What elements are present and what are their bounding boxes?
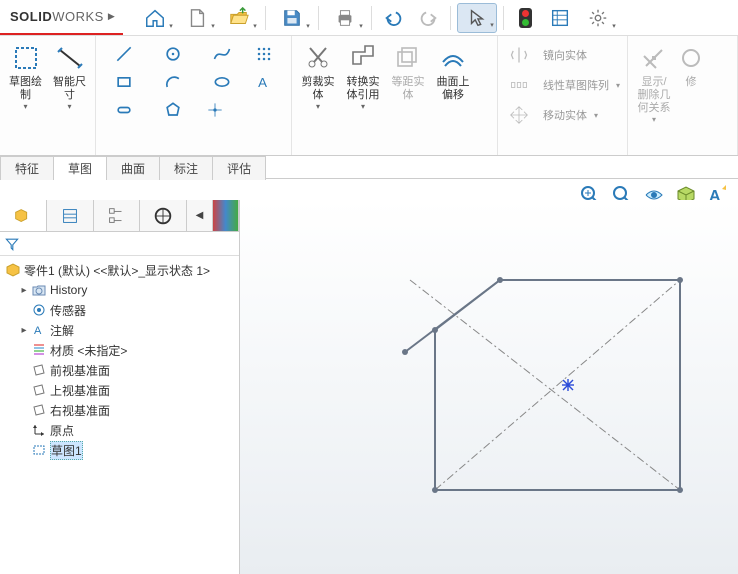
- traffic-light-icon: [519, 8, 532, 28]
- slot-tool-button[interactable]: [102, 96, 146, 124]
- tab-surface[interactable]: 曲面: [106, 156, 160, 180]
- print-button[interactable]: ▾: [325, 3, 365, 33]
- graphics-viewport[interactable]: [240, 200, 738, 574]
- tree-annotations[interactable]: ▸ A 注解: [2, 320, 237, 340]
- tab-evaluate[interactable]: 评估: [212, 156, 266, 180]
- chevron-down-icon: ▾: [359, 22, 363, 30]
- repair-sketch-label: 修: [686, 76, 697, 89]
- tree-sensors[interactable]: 传感器: [2, 300, 237, 320]
- smart-dimension-button[interactable]: 智能尺寸 ▾: [50, 40, 89, 113]
- sketch-exit-button[interactable]: 草图绘制 ▾: [6, 40, 45, 113]
- point-grid-button[interactable]: [249, 40, 279, 68]
- command-manager-tabs: 特征 草图 曲面 标注 评估: [0, 156, 738, 180]
- chevron-down-icon: ▾: [253, 22, 257, 30]
- sketch-exit-label: 草图绘制: [8, 76, 43, 102]
- text-tool-button[interactable]: A: [249, 68, 279, 96]
- svg-text:A: A: [34, 325, 42, 337]
- material-icon: [30, 342, 48, 358]
- repair-sketch-button[interactable]: 修: [679, 40, 703, 91]
- plane-icon: [30, 402, 48, 418]
- select-tool-button[interactable]: ▾: [457, 3, 497, 33]
- options-panel-button[interactable]: [544, 3, 576, 33]
- linear-pattern-label: 线性草图阵列: [543, 77, 609, 93]
- chevron-down-icon: ▾: [306, 22, 310, 30]
- panel-tab-scroll-right[interactable]: [213, 200, 239, 231]
- dimxpert-tab[interactable]: [140, 200, 187, 231]
- tree-front-plane[interactable]: 前视基准面: [2, 360, 237, 380]
- tree-right-plane[interactable]: 右视基准面: [2, 400, 237, 420]
- polygon-tool-button[interactable]: [151, 96, 195, 124]
- chevron-down-icon: ▾: [211, 22, 215, 30]
- move-entities-button[interactable]: [504, 101, 534, 129]
- circle-tool-button[interactable]: [151, 40, 195, 68]
- chevron-down-icon: ▾: [490, 21, 494, 29]
- tree-origin[interactable]: 原点: [2, 420, 237, 440]
- rectangle-tool-button[interactable]: [102, 68, 146, 96]
- mirror-entities-button[interactable]: [504, 41, 534, 69]
- sensors-icon: [30, 302, 48, 318]
- linear-pattern-button[interactable]: [504, 71, 534, 99]
- home-button[interactable]: ▾: [135, 3, 175, 33]
- offset-entities-button[interactable]: 等距实体: [388, 40, 428, 104]
- move-entities-label: 移动实体: [543, 107, 587, 123]
- arc-tool-button[interactable]: [151, 68, 195, 96]
- undo-button[interactable]: [378, 3, 410, 33]
- property-manager-tab[interactable]: [47, 200, 94, 231]
- tree-root-part[interactable]: 零件1 (默认) <<默认>_显示状态 1>: [2, 260, 237, 280]
- app-logo[interactable]: SOLIDWORKS ▶: [0, 0, 123, 35]
- origin-icon: [30, 422, 48, 438]
- plane-icon: [30, 362, 48, 378]
- offset-entities-label: 等距实体: [390, 76, 426, 102]
- tree-top-plane[interactable]: 上视基准面: [2, 380, 237, 400]
- settings-gear-button[interactable]: ▾: [578, 3, 618, 33]
- app-title: SOLIDWORKS: [10, 9, 104, 24]
- sketch-icon: [30, 442, 48, 458]
- ellipse-tool-button[interactable]: [200, 68, 244, 96]
- tree-sketch1[interactable]: 草图1: [2, 440, 237, 460]
- history-folder-icon: [30, 282, 48, 298]
- offset-on-surface-label: 曲面上偏移: [435, 76, 471, 102]
- tree-history[interactable]: ▸ History: [2, 280, 237, 300]
- tree-filter-row[interactable]: [0, 232, 239, 256]
- plane-icon: [30, 382, 48, 398]
- ribbon: 草图绘制 ▾ 智能尺寸 ▾ A: [0, 36, 738, 156]
- panel-tab-scroll-left[interactable]: ◀: [187, 200, 213, 231]
- expand-icon[interactable]: ▸: [18, 325, 30, 336]
- line-tool-button[interactable]: [102, 40, 146, 68]
- feature-tree: 零件1 (默认) <<默认>_显示状态 1> ▸ History 传感器 ▸ A…: [0, 256, 239, 574]
- quick-access-toolbar: ▾ ▾ ▾ ▾ ▾ ▾: [123, 0, 618, 35]
- offset-on-surface-button[interactable]: 曲面上偏移: [433, 40, 473, 104]
- new-file-button[interactable]: ▾: [177, 3, 217, 33]
- part-icon: [4, 262, 22, 278]
- mirror-entities-label: 镜向实体: [543, 47, 587, 63]
- tab-annotate[interactable]: 标注: [159, 156, 213, 180]
- rebuild-traffic-button[interactable]: [510, 3, 542, 33]
- tab-features[interactable]: 特征: [0, 156, 54, 180]
- svg-text:A: A: [258, 75, 267, 90]
- tab-sketch[interactable]: 草图: [53, 156, 107, 180]
- point-tool-button[interactable]: [200, 96, 230, 124]
- chevron-down-icon: ▾: [612, 22, 616, 30]
- save-button[interactable]: ▾: [272, 3, 312, 33]
- chevron-down-icon: ▾: [169, 22, 173, 30]
- convert-entities-button[interactable]: 转换实体引用 ▾: [343, 40, 383, 113]
- feature-tree-tab[interactable]: [0, 200, 47, 231]
- chevron-right-icon: ▶: [108, 11, 115, 22]
- feature-manager-panel: ◀ 零件1 (默认) <<默认>_显示状态 1> ▸ History 传感器: [0, 200, 240, 574]
- display-relations-label: 显示/删除几何关系: [636, 76, 672, 115]
- annotations-icon: A: [30, 322, 48, 338]
- config-manager-tab[interactable]: [94, 200, 141, 231]
- sketch-origin-marker: [562, 379, 574, 391]
- trim-entities-label: 剪裁实体: [300, 76, 336, 102]
- redo-button[interactable]: [412, 3, 444, 33]
- trim-entities-button[interactable]: 剪裁实体 ▾: [298, 40, 338, 113]
- convert-entities-label: 转换实体引用: [345, 76, 381, 102]
- display-relations-button[interactable]: 显示/删除几何关系 ▾: [634, 40, 674, 126]
- tree-material[interactable]: 材质 <未指定>: [2, 340, 237, 360]
- open-file-button[interactable]: ▾: [219, 3, 259, 33]
- expand-icon[interactable]: ▸: [18, 285, 30, 296]
- spline-tool-button[interactable]: [200, 40, 244, 68]
- smart-dimension-label: 智能尺寸: [52, 76, 87, 102]
